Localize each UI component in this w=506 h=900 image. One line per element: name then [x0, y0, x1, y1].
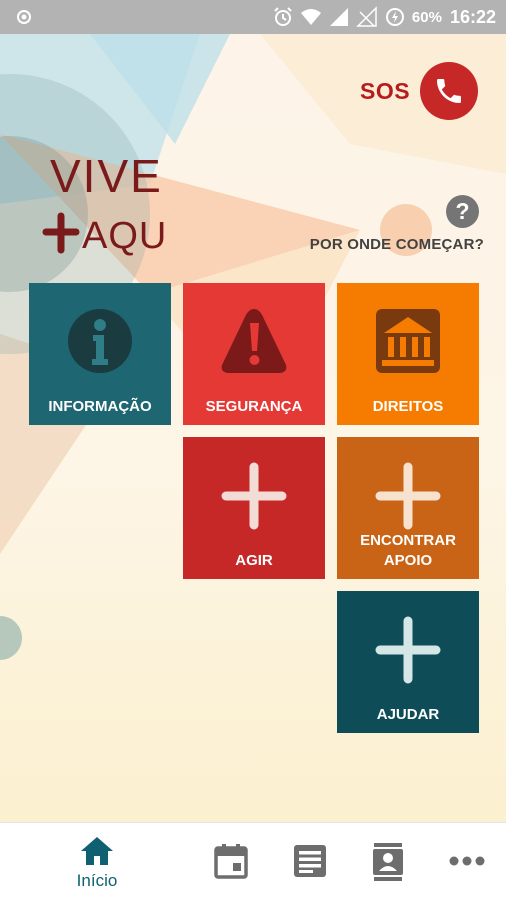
tile-direitos[interactable]: DIREITOS	[337, 283, 479, 425]
bank-icon	[376, 309, 440, 373]
notification-icon	[17, 10, 31, 24]
help-icon[interactable]: ?	[446, 195, 479, 228]
plus-icon	[221, 462, 287, 530]
warning-icon	[221, 309, 287, 373]
plus-icon	[375, 462, 441, 530]
bottom-navigation: Início	[0, 822, 506, 900]
tile-label: AGIR	[235, 552, 273, 569]
info-icon	[68, 309, 132, 373]
data-saver-icon	[385, 8, 404, 26]
signal-icon	[329, 8, 348, 26]
clock: 16:22	[449, 6, 496, 27]
tile-seguranca[interactable]: SEGURANÇA	[183, 283, 325, 425]
phone-icon[interactable]	[420, 62, 479, 120]
more-icon[interactable]	[448, 855, 486, 867]
help-label[interactable]: POR ONDE COMEÇAR?	[310, 236, 484, 253]
tile-agir[interactable]: AGIR	[183, 437, 325, 579]
nav-home[interactable]: Início	[60, 823, 134, 900]
app-logo: VIVE AQUI	[42, 150, 166, 257]
status-bar: 60% 16:22	[0, 0, 506, 34]
tile-label: DIREITOS	[372, 398, 444, 415]
no-signal-icon	[356, 6, 377, 27]
news-icon[interactable]	[292, 843, 328, 879]
contacts-icon[interactable]	[372, 843, 404, 881]
plus-icon	[375, 616, 441, 684]
logo-line2: AQUI	[82, 215, 166, 257]
tile-label: INFORMAÇÃO	[48, 398, 152, 415]
nav-home-label: Início	[76, 871, 118, 890]
battery-percent: 60%	[411, 8, 442, 26]
calendar-icon[interactable]	[214, 843, 248, 879]
tile-informacao[interactable]: INFORMAÇÃO	[29, 283, 171, 425]
sos-label: SOS	[360, 77, 411, 104]
tile-label: ENCONTRAR APOIO	[360, 532, 456, 569]
tile-label: AJUDAR	[376, 706, 440, 723]
wifi-icon	[300, 9, 321, 25]
home-screen: SOS VIVE AQUI ? POR ONDE COMEÇAR? INFORM…	[0, 34, 506, 822]
tile-ajudar[interactable]: AJUDAR	[337, 591, 479, 733]
home-icon	[81, 837, 113, 865]
logo-line1: VIVE	[50, 150, 163, 202]
sos-button[interactable]: SOS	[360, 62, 479, 120]
alarm-icon	[274, 7, 292, 26]
tile-label: SEGURANÇA	[205, 398, 303, 415]
tile-encontrar-apoio[interactable]: ENCONTRAR APOIO	[337, 437, 479, 579]
